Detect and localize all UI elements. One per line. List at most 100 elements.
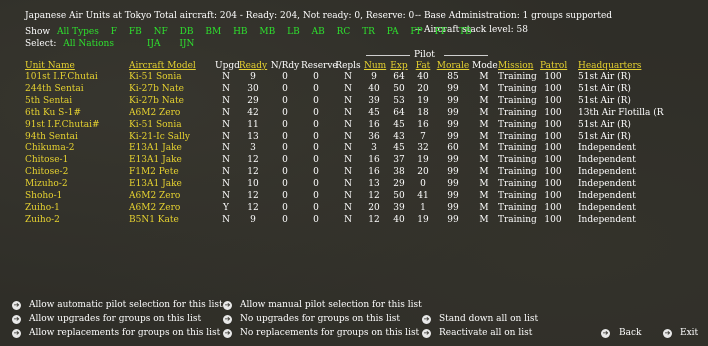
unit-name-link[interactable]: 244th Sentai <box>25 84 84 95</box>
unit-name-link[interactable]: Chikuma-2 <box>25 143 74 154</box>
repls-value: N <box>344 167 352 178</box>
filter-ff[interactable]: FF <box>435 27 448 37</box>
repls-value: N <box>344 131 352 142</box>
unit-name-link[interactable]: 94th Sentai <box>25 132 78 143</box>
allow-manual-pilot-button[interactable]: ➔ Allow manual pilot selection for this l… <box>223 300 422 311</box>
filter-fp[interactable]: FP <box>410 27 422 37</box>
filter-rc[interactable]: RC <box>337 27 351 37</box>
mode-value: M <box>479 179 489 190</box>
pilot-fat-value: 0 <box>420 179 426 190</box>
ready-value: 42 <box>247 107 259 118</box>
col-num[interactable]: Num <box>364 61 386 72</box>
aircraft-model-link[interactable]: A6M2 Zero <box>129 191 180 202</box>
reserve-value: 0 <box>313 107 319 118</box>
option-label: Stand down all on list <box>439 314 539 324</box>
table-row: Zuiho-1 A6M2 Zero Y 12 0 0 N 20 39 1 99 M Training 10… <box>0 203 708 214</box>
filter-ab[interactable]: AB <box>312 27 325 37</box>
aircraft-model-link[interactable]: Ki-27b Nate <box>129 96 184 107</box>
aircraft-model-link[interactable]: Ki-27b Nate <box>129 84 184 95</box>
filter-pa[interactable]: PA <box>387 27 399 37</box>
aircraft-model-link[interactable]: Ki-51 Sonia <box>129 72 182 83</box>
reserve-value: 0 <box>313 72 319 82</box>
filter-hb[interactable]: HB <box>233 27 247 37</box>
pilot-morale-value: 99 <box>447 202 459 213</box>
allow-auto-pilot-button[interactable]: ➔ Allow automatic pilot selection for thi… <box>12 300 223 311</box>
reactivate-all-button[interactable]: ➔ Reactivate all on list <box>422 328 532 339</box>
unit-name-link[interactable]: Shoho-1 <box>25 191 62 202</box>
unit-name-link[interactable]: Chitose-2 <box>25 167 68 178</box>
exit-button[interactable]: ➔ Exit <box>663 328 698 339</box>
mission-value: Training <box>498 191 537 201</box>
aircraft-model-link[interactable]: A6M2 Zero <box>129 203 180 214</box>
col-ready[interactable]: Ready <box>238 61 268 72</box>
repls-value: N <box>344 179 352 190</box>
reserve-value: 0 <box>313 191 319 201</box>
allow-upgrades-button[interactable]: ➔ Allow upgrades for groups on this list <box>12 314 201 325</box>
aircraft-model-link[interactable]: Ki-51 Sonia <box>129 120 182 131</box>
pilot-num-value: 12 <box>368 191 380 201</box>
unit-name-link[interactable]: Mizuho-2 <box>25 179 68 190</box>
stand-down-all-button[interactable]: ➔ Stand down all on list <box>422 314 538 325</box>
filter-f[interactable]: F <box>111 27 117 37</box>
unit-name-link[interactable]: Zuiho-1 <box>25 203 60 214</box>
unit-name-link[interactable]: 101st I.F.Chutai <box>25 72 98 83</box>
reserve-value: 0 <box>313 155 319 166</box>
col-reserve: Reserve <box>301 61 338 71</box>
filter-mb[interactable]: MB <box>259 27 275 37</box>
unit-name-link[interactable]: Zuiho-2 <box>25 215 60 226</box>
col-unit-name[interactable]: Unit Name <box>25 61 75 72</box>
col-headquarters[interactable]: Headquarters <box>578 61 641 72</box>
repls-value: N <box>344 107 352 118</box>
unit-name-link[interactable]: Chitose-1 <box>25 155 68 166</box>
col-fat[interactable]: Fat <box>413 61 433 72</box>
unit-name-link[interactable]: 91st I.F.Chutai# <box>25 120 100 131</box>
aircraft-model-link[interactable]: B5N1 Kate <box>129 215 179 226</box>
filter-all-nations[interactable]: All Nations <box>63 39 114 49</box>
patrol-value: 100 <box>544 214 562 225</box>
patrol-value: 100 <box>544 167 562 178</box>
nrdy-value: 0 <box>282 167 288 178</box>
table-row: Zuiho-2 B5N1 Kate N 9 0 0 N 12 40 19 99 M Training 10… <box>0 215 708 226</box>
filter-fb[interactable]: FB <box>129 27 142 37</box>
headquarters-value: 51st Air (R) <box>578 72 631 82</box>
no-upgrades-button[interactable]: ➔ No upgrades for groups on this list <box>223 314 400 325</box>
aircraft-model-link[interactable]: F1M2 Pete <box>129 167 179 178</box>
table-row: 5th Sentai Ki-27b Nate N 29 0 0 N 39 53 19 99 M Trai… <box>0 96 708 107</box>
filter-db[interactable]: DB <box>180 27 194 37</box>
pilot-num-value: 16 <box>368 119 380 130</box>
divider <box>366 55 410 56</box>
filter-ijn[interactable]: IJN <box>179 39 194 49</box>
filter-all-types[interactable]: All Types <box>57 27 99 37</box>
unit-name-link[interactable]: 5th Sentai <box>25 96 72 107</box>
pilot-num-value: 16 <box>368 167 380 178</box>
col-patrol[interactable]: Patrol <box>540 61 567 72</box>
table-row: 244th Sentai Ki-27b Nate N 30 0 0 N 40 50 20 99 M Tr… <box>0 84 708 95</box>
col-aircraft-model[interactable]: Aircraft Model <box>129 61 196 72</box>
filter-tr[interactable]: TR <box>362 27 375 37</box>
filter-ija[interactable]: IJA <box>147 39 161 49</box>
exit-label: Exit <box>680 328 699 338</box>
aircraft-model-link[interactable]: E13A1 Jake <box>129 143 182 154</box>
pilot-exp-value: 64 <box>393 107 405 118</box>
mission-value: Training <box>498 214 537 225</box>
filter-bm[interactable]: BM <box>205 27 221 37</box>
allow-replacements-button[interactable]: ➔ Allow replacements for groups on this l… <box>12 328 220 339</box>
filter-lb[interactable]: LB <box>287 27 300 37</box>
upgd-value: N <box>222 107 230 118</box>
filter-tb[interactable]: TB <box>459 27 472 37</box>
col-exp[interactable]: Exp <box>388 61 410 72</box>
aircraft-model-link[interactable]: E13A1 Jake <box>129 155 182 166</box>
col-mission[interactable]: Mission <box>498 61 533 72</box>
unit-name-link[interactable]: 6th Ku S-1# <box>25 108 81 119</box>
arrow-circle-icon: ➔ <box>12 314 21 324</box>
aircraft-model-link[interactable]: E13A1 Jake <box>129 179 182 190</box>
table-row: 6th Ku S-1# A6M2 Zero N 42 0 0 N 45 64 18 99 M Train… <box>0 108 708 119</box>
col-morale[interactable]: Morale <box>436 61 470 72</box>
upgd-value: N <box>222 72 230 82</box>
back-button[interactable]: ➔ Back <box>601 328 641 339</box>
filter-nf[interactable]: NF <box>154 27 168 37</box>
mode-value: M <box>479 143 489 154</box>
aircraft-model-link[interactable]: A6M2 Zero <box>129 108 180 119</box>
no-replacements-button[interactable]: ➔ No replacements for groups on this list <box>223 328 419 339</box>
aircraft-model-link[interactable]: Ki-21-Ic Sally <box>129 132 190 143</box>
